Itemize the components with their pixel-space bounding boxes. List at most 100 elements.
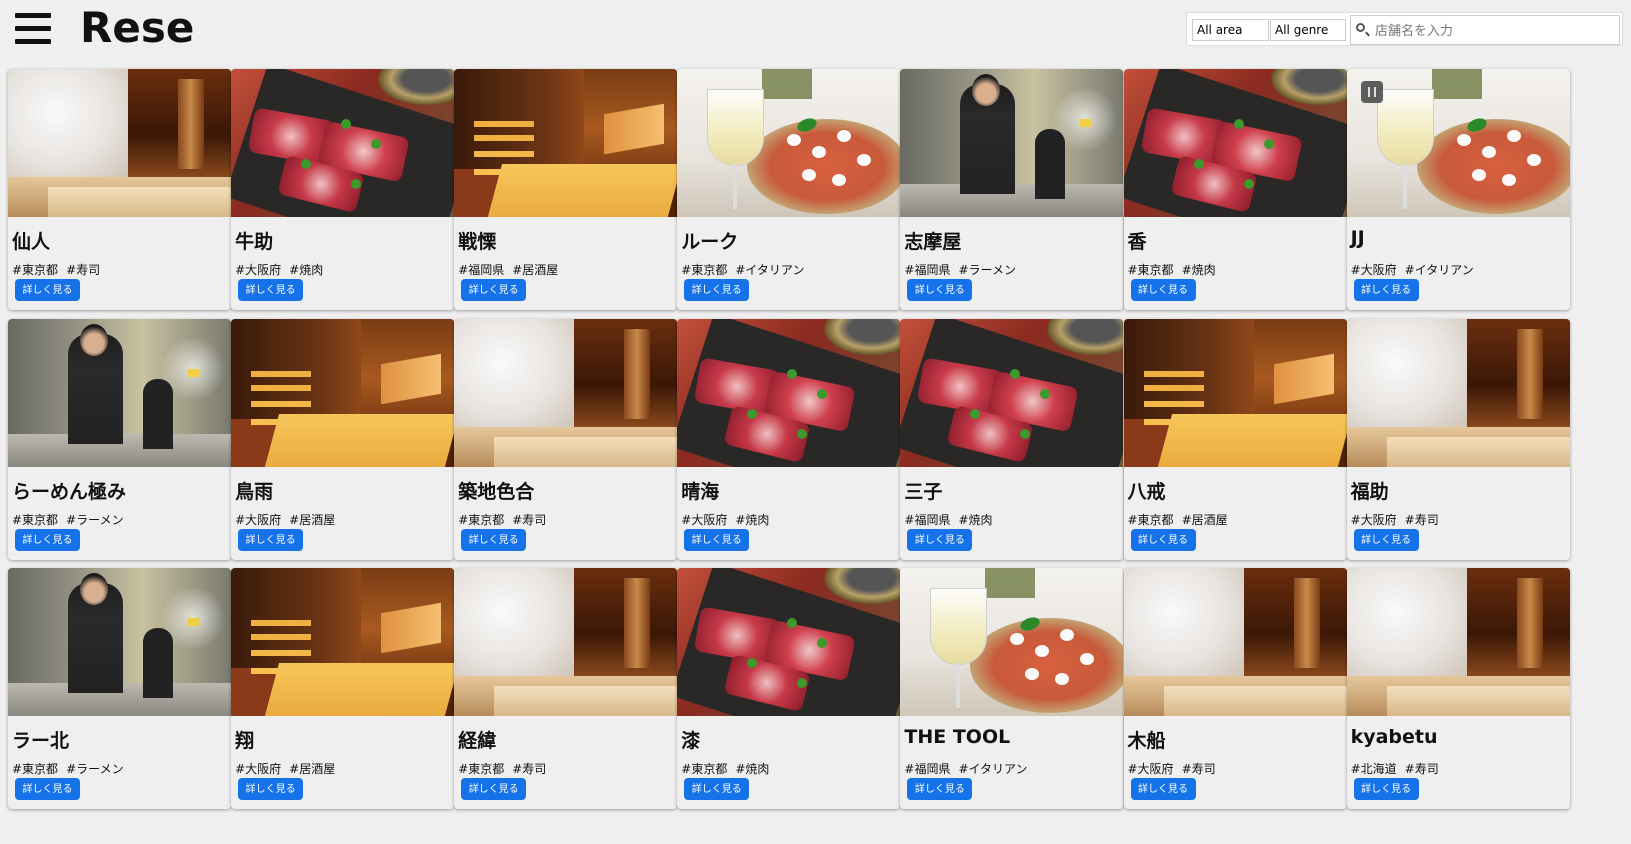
shop-tags: #大阪府 #寿司 xyxy=(1351,511,1447,528)
area-tag: #大阪府 xyxy=(681,512,728,527)
detail-button[interactable]: 詳しく見る xyxy=(1353,528,1419,551)
search-bar: All area All genre xyxy=(1186,12,1623,46)
shop-name: JJ xyxy=(1350,227,1365,249)
pause-icon[interactable] xyxy=(1360,81,1383,103)
genre-tag: #居酒屋 xyxy=(289,512,336,527)
detail-button[interactable]: 詳しく見る xyxy=(15,778,80,800)
genre-tag: #焼肉 xyxy=(1181,263,1216,277)
detail-button[interactable]: 詳しく見る xyxy=(15,279,80,301)
genre-tag: #イタリアン xyxy=(958,762,1028,776)
sushi-photo xyxy=(8,69,231,217)
detail-button[interactable]: 詳しく見る xyxy=(238,528,304,551)
shop-card: 仙人 #東京都 #寿司 詳しく見る xyxy=(8,69,231,310)
detail-button[interactable]: 詳しく見る xyxy=(238,778,304,800)
detail-button[interactable]: 詳しく見る xyxy=(461,778,527,800)
pizza-photo xyxy=(900,568,1124,716)
detail-button[interactable]: 詳しく見る xyxy=(1130,778,1196,800)
shop-tags: #東京都 #焼肉 xyxy=(681,760,777,777)
shop-name: 翔 xyxy=(235,730,255,752)
shop-image xyxy=(900,568,1124,716)
detail-button[interactable]: 詳しく見る xyxy=(1130,528,1196,551)
shop-image xyxy=(1123,568,1347,716)
shop-tags: #大阪府 #寿司 xyxy=(1128,760,1224,777)
area-tag: #東京都 xyxy=(12,512,59,527)
meat-photo xyxy=(677,568,901,716)
shop-image xyxy=(1123,318,1347,467)
shop-image xyxy=(231,69,455,217)
genre-tag: #焼肉 xyxy=(289,263,324,277)
meat-photo xyxy=(677,318,901,467)
detail-button[interactable]: 詳しく見る xyxy=(461,528,527,551)
shop-image xyxy=(1346,69,1570,217)
genre-select[interactable]: All genre xyxy=(1270,19,1346,41)
detail-button[interactable]: 詳しく見る xyxy=(907,279,973,301)
area-tag: #大阪府 xyxy=(1350,512,1397,527)
area-tag: #東京都 xyxy=(1127,263,1174,277)
detail-button[interactable]: 詳しく見る xyxy=(907,528,973,551)
izakaya-photo xyxy=(231,318,455,467)
shop-tags: #東京都 #イタリアン xyxy=(681,261,812,278)
genre-tag: #寿司 xyxy=(512,512,547,527)
detail-button[interactable]: 詳しく見る xyxy=(1353,778,1419,800)
shop-name: 戦慄 xyxy=(458,231,497,253)
shop-image xyxy=(900,318,1124,467)
shop-card: 志摩屋 #福岡県 #ラーメン 詳しく見る xyxy=(900,69,1124,310)
shop-name: 仙人 xyxy=(12,231,51,253)
genre-tag: #寿司 xyxy=(66,263,101,277)
shop-image xyxy=(8,318,231,467)
shop-card: kyabetu #北海道 #寿司 詳しく見る xyxy=(1346,568,1570,809)
shop-tags: #北海道 #寿司 xyxy=(1351,760,1447,777)
shop-card: 香 #東京都 #焼肉 詳しく見る xyxy=(1123,69,1347,310)
shop-tags: #大阪府 #焼肉 xyxy=(681,511,777,528)
area-tag: #大阪府 xyxy=(235,762,282,776)
shop-tags: #東京都 #居酒屋 xyxy=(1128,511,1236,528)
genre-tag: #寿司 xyxy=(1404,512,1439,527)
detail-button[interactable]: 詳しく見る xyxy=(907,778,973,800)
shop-name: 晴海 xyxy=(681,480,720,503)
meat-photo xyxy=(900,318,1124,467)
shop-tags: #大阪府 #焼肉 xyxy=(235,261,331,278)
sushi-photo xyxy=(1346,318,1570,467)
logo: Rese xyxy=(80,3,195,52)
shop-image xyxy=(231,568,455,716)
shop-tags: #大阪府 #居酒屋 xyxy=(235,760,343,777)
detail-button[interactable]: 詳しく見る xyxy=(684,778,750,800)
ramen-photo xyxy=(8,318,231,467)
shop-card: 福助 #大阪府 #寿司 詳しく見る xyxy=(1346,318,1570,560)
menu-icon[interactable] xyxy=(15,12,51,44)
shop-tags: #東京都 #寿司 xyxy=(458,511,554,528)
detail-button[interactable]: 詳しく見る xyxy=(1353,279,1419,301)
pizza-photo xyxy=(677,69,901,217)
ramen-photo xyxy=(900,69,1124,217)
detail-button[interactable]: 詳しく見る xyxy=(15,528,80,551)
shop-name: らーめん極み xyxy=(12,480,127,503)
shop-image xyxy=(677,568,901,716)
shop-card: 漆 #東京都 #焼肉 詳しく見る xyxy=(677,568,901,809)
area-select[interactable]: All area xyxy=(1192,19,1269,41)
genre-tag: #寿司 xyxy=(1404,762,1439,776)
shop-tags: #東京都 #寿司 xyxy=(458,760,554,777)
detail-button[interactable]: 詳しく見る xyxy=(238,279,304,301)
detail-button[interactable]: 詳しく見る xyxy=(1130,279,1196,301)
shop-image xyxy=(231,318,455,467)
izakaya-photo xyxy=(454,69,678,217)
shop-name: 経緯 xyxy=(458,730,497,752)
shop-image xyxy=(8,568,231,716)
area-tag: #福岡県 xyxy=(904,263,951,277)
sushi-photo xyxy=(1346,568,1570,716)
detail-button[interactable]: 詳しく見る xyxy=(684,528,750,551)
shop-tags: #東京都 #寿司 xyxy=(12,261,108,278)
shop-card: ラー北 #東京都 #ラーメン 詳しく見る xyxy=(8,568,231,809)
area-tag: #大阪府 xyxy=(235,263,282,277)
shop-name: 福助 xyxy=(1350,480,1389,503)
shop-image xyxy=(454,318,678,467)
shop-tags: #福岡県 #居酒屋 xyxy=(458,261,566,278)
shop-name: 漆 xyxy=(681,730,701,752)
shop-card: 経緯 #東京都 #寿司 詳しく見る xyxy=(454,568,678,809)
shop-card: 八戒 #東京都 #居酒屋 詳しく見る xyxy=(1123,318,1347,560)
sushi-photo xyxy=(454,318,678,467)
search-input[interactable] xyxy=(1373,20,1617,42)
detail-button[interactable]: 詳しく見る xyxy=(461,279,527,301)
shop-image xyxy=(1346,568,1570,716)
detail-button[interactable]: 詳しく見る xyxy=(684,279,750,301)
